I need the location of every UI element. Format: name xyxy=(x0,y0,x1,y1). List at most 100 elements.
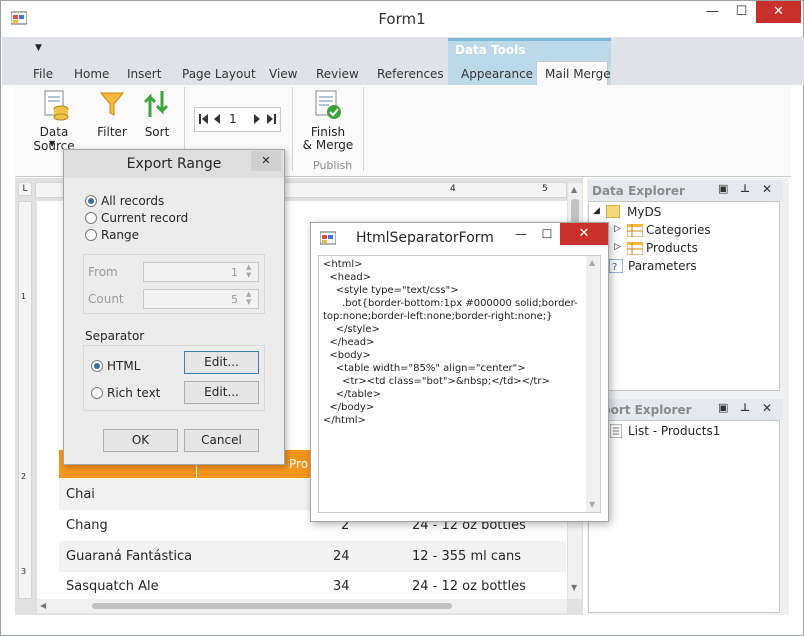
dialog-close-button[interactable]: ✕ xyxy=(251,151,281,171)
expand-icon[interactable]: ▷ xyxy=(614,224,621,234)
filter-button[interactable]: Filter xyxy=(95,89,129,139)
spin-arrows-icon[interactable]: ▲ ▼ xyxy=(246,290,251,306)
tab-stop-selector[interactable]: L xyxy=(18,182,32,196)
expand-icon[interactable]: ▷ xyxy=(614,242,621,252)
scroll-up-icon[interactable]: ▲ xyxy=(571,185,577,194)
export-range-dialog: Export Range ✕ All records Current recor… xyxy=(63,149,285,465)
html-code-editor[interactable]: <html> <head> <style type="text/css"> .b… xyxy=(318,255,601,513)
tab-page-layout[interactable]: Page Layout xyxy=(182,67,256,81)
group-separator xyxy=(292,87,293,171)
radio-all-records[interactable] xyxy=(85,195,97,207)
tree-node-parameters[interactable]: Parameters xyxy=(628,259,697,273)
radio-range[interactable] xyxy=(85,229,97,241)
export-range-titlebar: Export Range ✕ xyxy=(64,150,284,178)
ruler-mark: 2 xyxy=(21,472,27,481)
tree-node-myds[interactable]: MyDS xyxy=(627,205,661,219)
first-record-icon[interactable] xyxy=(199,112,209,126)
finish-merge-button[interactable]: Finish & Merge xyxy=(301,89,355,153)
minimize-button[interactable]: — xyxy=(699,1,726,23)
edit-rich-text-button[interactable]: Edit... xyxy=(184,381,259,404)
close-button[interactable]: ✕ xyxy=(756,1,801,23)
label-current-record: Current record xyxy=(101,211,189,225)
data-explorer-header: Data Explorer ▣ ⊥ ✕ xyxy=(588,180,783,202)
minimize-button[interactable]: — xyxy=(509,227,533,241)
tree-node-products[interactable]: Products xyxy=(646,241,698,255)
label-from: From xyxy=(88,265,118,279)
dataset-icon xyxy=(606,205,620,218)
panel-dropdown-icon[interactable]: ▣ xyxy=(718,401,728,414)
tab-file[interactable]: File xyxy=(33,67,53,81)
funnel-icon xyxy=(99,89,125,119)
next-record-icon[interactable] xyxy=(253,112,261,126)
cancel-button[interactable]: Cancel xyxy=(184,429,259,452)
table-row: Guaraná Fantástica 24 12 - 355 ml cans xyxy=(59,541,566,572)
header-cell-product: Pro xyxy=(289,457,309,471)
database-icon xyxy=(41,89,69,121)
horizontal-scrollbar[interactable]: ◀ xyxy=(37,599,567,613)
edit-html-button[interactable]: Edit... xyxy=(184,351,259,374)
record-number[interactable]: 1 xyxy=(229,112,237,126)
label-range: Range xyxy=(101,228,140,242)
report-explorer-tree: List - Products1 xyxy=(588,420,780,613)
sort-button[interactable]: Sort xyxy=(140,89,174,139)
close-button[interactable]: ✕ xyxy=(560,223,608,245)
table-icon xyxy=(627,224,643,237)
panel-dropdown-icon[interactable]: ▣ xyxy=(718,182,728,195)
parameters-icon: ? xyxy=(609,259,623,273)
scroll-up-icon[interactable]: ▲ xyxy=(589,258,595,267)
data-explorer-title: Data Explorer xyxy=(592,184,685,198)
count-spinner[interactable]: 5 xyxy=(143,289,259,309)
pin-icon[interactable]: ⊥ xyxy=(740,182,750,195)
maximize-button[interactable]: ☐ xyxy=(728,1,755,23)
sort-arrows-icon xyxy=(142,89,172,119)
radio-rich-text[interactable] xyxy=(91,387,103,399)
last-record-icon[interactable] xyxy=(266,112,276,126)
from-spinner[interactable]: 1 xyxy=(143,262,259,282)
scroll-down-icon[interactable]: ▼ xyxy=(571,583,577,592)
close-icon[interactable]: ✕ xyxy=(762,182,772,196)
ruler-mark: 4 xyxy=(450,184,456,194)
scroll-thumb[interactable] xyxy=(92,603,452,609)
product-unit: 24 - 12 oz bottles xyxy=(412,579,526,594)
data-source-button[interactable]: Data Source ▼ xyxy=(21,89,87,153)
product-qty: 34 xyxy=(333,579,350,594)
data-tools-header: Data Tools xyxy=(455,43,526,57)
quick-access-dropdown[interactable]: ▼ xyxy=(35,43,42,53)
radio-html[interactable] xyxy=(91,360,103,372)
tab-appearance[interactable]: Appearance xyxy=(461,67,533,81)
radio-current-record[interactable] xyxy=(85,212,97,224)
prev-record-icon[interactable] xyxy=(213,112,221,126)
title-bar: Form1 — ☐ ✕ xyxy=(1,1,803,37)
tab-references[interactable]: References xyxy=(377,67,444,81)
pin-icon[interactable]: ⊥ xyxy=(740,401,750,414)
maximize-button[interactable]: ☐ xyxy=(535,227,559,241)
scroll-left-icon[interactable]: ◀ xyxy=(40,601,46,610)
ok-button[interactable]: OK xyxy=(103,429,178,452)
finish-label: Finish xyxy=(310,125,346,139)
tab-insert[interactable]: Insert xyxy=(127,67,161,81)
list-icon xyxy=(610,424,622,438)
tab-review[interactable]: Review xyxy=(316,67,359,81)
filter-label: Filter xyxy=(97,125,127,139)
scroll-down-icon[interactable]: ▼ xyxy=(589,500,595,509)
group-separator xyxy=(363,87,364,171)
close-icon[interactable]: ✕ xyxy=(762,401,772,415)
data-explorer-tree: ◢ MyDS ▷ Categories ▷ Products ? Paramet… xyxy=(588,201,780,391)
product-name: Guaraná Fantástica xyxy=(66,549,193,564)
tab-mail-merge[interactable]: Mail Merge xyxy=(545,67,611,81)
tab-view[interactable]: View xyxy=(269,67,297,81)
label-separator: Separator xyxy=(85,329,145,343)
editor-scrollbar[interactable]: ▲ ▼ xyxy=(586,256,600,512)
expand-collapse-icon[interactable]: ◢ xyxy=(593,206,600,216)
vertical-ruler: 1 2 3 xyxy=(18,201,32,599)
tree-node-list-products1[interactable]: List - Products1 xyxy=(628,424,720,438)
count-value: 5 xyxy=(231,293,238,306)
label-html: HTML xyxy=(107,359,141,373)
chevron-down-icon: ▼ xyxy=(49,139,56,148)
report-explorer-header: port Explorer ▣ ⊥ ✕ xyxy=(588,399,783,421)
tab-home[interactable]: Home xyxy=(74,67,109,81)
spin-arrows-icon[interactable]: ▲ ▼ xyxy=(246,263,251,279)
html-separator-titlebar: HtmlSeparatorForm — ☐ ✕ xyxy=(311,223,608,253)
tree-node-categories[interactable]: Categories xyxy=(646,223,711,237)
ruler-mark: 1 xyxy=(21,292,27,301)
